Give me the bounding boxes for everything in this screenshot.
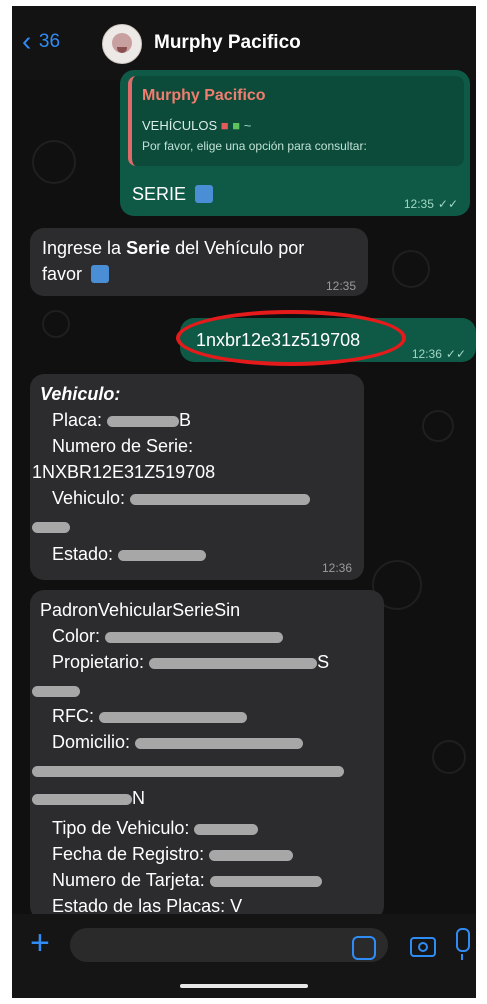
propietario-label: Propietario: (52, 652, 145, 672)
tipo-label: Tipo de Vehiculo: (52, 818, 190, 838)
message-incoming-prompt[interactable]: Ingrese la Serie del Vehículo por favor … (30, 228, 368, 296)
propietario-suffix: S (317, 652, 330, 672)
serie-value: 1NXBR12E31Z519708 (32, 462, 216, 482)
placa-suffix: B (179, 410, 192, 430)
fecha-label: Fecha de Registro: (52, 844, 205, 864)
message-time: 12:35 (325, 279, 356, 293)
motorcycle-icon: ~ (243, 118, 252, 133)
red-circle-highlight (176, 310, 406, 366)
estado-placas-value: V (230, 896, 243, 916)
message-incoming-vehiculo[interactable]: Vehiculo: Placa: B Numero de Serie: 1NXB… (30, 374, 364, 580)
redacted-value (32, 765, 344, 777)
message-text-part: Ingrese la (42, 238, 127, 258)
redacted-value (135, 737, 304, 749)
quote-subtitle: Por favor, elige una opción para consult… (142, 139, 367, 153)
phone-screen: ‹ 36 Murphy Pacifico Murphy Pacifico VEH… (12, 6, 476, 998)
message-text: SERIE (132, 184, 187, 204)
placa-label: Placa: (52, 410, 103, 430)
chat-header: ‹ 36 Murphy Pacifico (12, 6, 476, 80)
rfc-label: RFC: (52, 706, 94, 726)
message-outgoing-serie[interactable]: Murphy Pacifico VEHÍCULOS ■ ■ ~ Por favo… (120, 70, 470, 216)
quote-sender: Murphy Pacifico (142, 87, 266, 104)
redacted-value (130, 493, 311, 505)
numbers-emoji-icon (91, 265, 110, 283)
message-time: 12:36 (321, 561, 352, 575)
redacted-value (209, 849, 294, 861)
vehiculo-label: Vehiculo: (52, 488, 126, 508)
redacted-value (99, 711, 248, 723)
contact-name[interactable]: Murphy Pacifico (154, 32, 301, 54)
redacted-value (118, 549, 207, 561)
domicilio-suffix: N (132, 788, 145, 808)
camera-icon[interactable] (410, 937, 436, 957)
plus-icon[interactable]: + (30, 926, 50, 960)
double-check-icon: ✓✓ (437, 197, 458, 211)
composer-bar: + (12, 914, 476, 998)
vehiculo-title: Vehiculo: (40, 384, 121, 404)
message-time: 12:35 (403, 197, 434, 211)
numbers-emoji-icon (195, 185, 214, 203)
quoted-message[interactable]: Murphy Pacifico VEHÍCULOS ■ ■ ~ Por favo… (128, 76, 464, 166)
message-incoming-padron[interactable]: PadronVehicularSerieSin Color: Propietar… (30, 590, 384, 920)
truck-icon: ■ (232, 118, 241, 133)
home-indicator (180, 984, 308, 988)
redacted-value (209, 875, 322, 887)
sticker-icon[interactable] (352, 936, 376, 960)
redacted-value (107, 415, 180, 427)
redacted-value (149, 657, 318, 669)
padron-title: PadronVehicularSerieSin (40, 600, 241, 620)
chevron-left-icon: ‹ (22, 25, 32, 57)
message-input[interactable] (70, 928, 388, 962)
color-label: Color: (52, 626, 101, 646)
redacted-value (105, 631, 284, 643)
estado-label: Estado: (52, 544, 114, 564)
message-text-bold: Serie (126, 238, 171, 258)
back-button[interactable]: ‹ 36 (22, 27, 61, 55)
redacted-value (32, 793, 132, 805)
double-check-icon: ✓✓ (445, 347, 466, 361)
domicilio-label: Domicilio: (52, 732, 131, 752)
redacted-value (194, 823, 259, 835)
redacted-value (32, 521, 70, 533)
message-text-part: del Vehículo por (170, 238, 305, 258)
message-text-line2: favor (42, 264, 83, 284)
message-time: 12:36 (411, 347, 442, 361)
quote-title: VEHÍCULOS (142, 118, 218, 133)
tarjeta-label: Numero de Tarjeta: (52, 870, 205, 890)
estado-placas-label: Estado de las Placas: (52, 896, 226, 916)
car-icon: ■ (220, 118, 229, 133)
microphone-icon[interactable] (456, 928, 470, 960)
unread-count: 36 (38, 30, 61, 52)
serie-label: Numero de Serie: (52, 436, 194, 456)
redacted-value (32, 685, 80, 697)
contact-avatar[interactable] (102, 24, 142, 64)
